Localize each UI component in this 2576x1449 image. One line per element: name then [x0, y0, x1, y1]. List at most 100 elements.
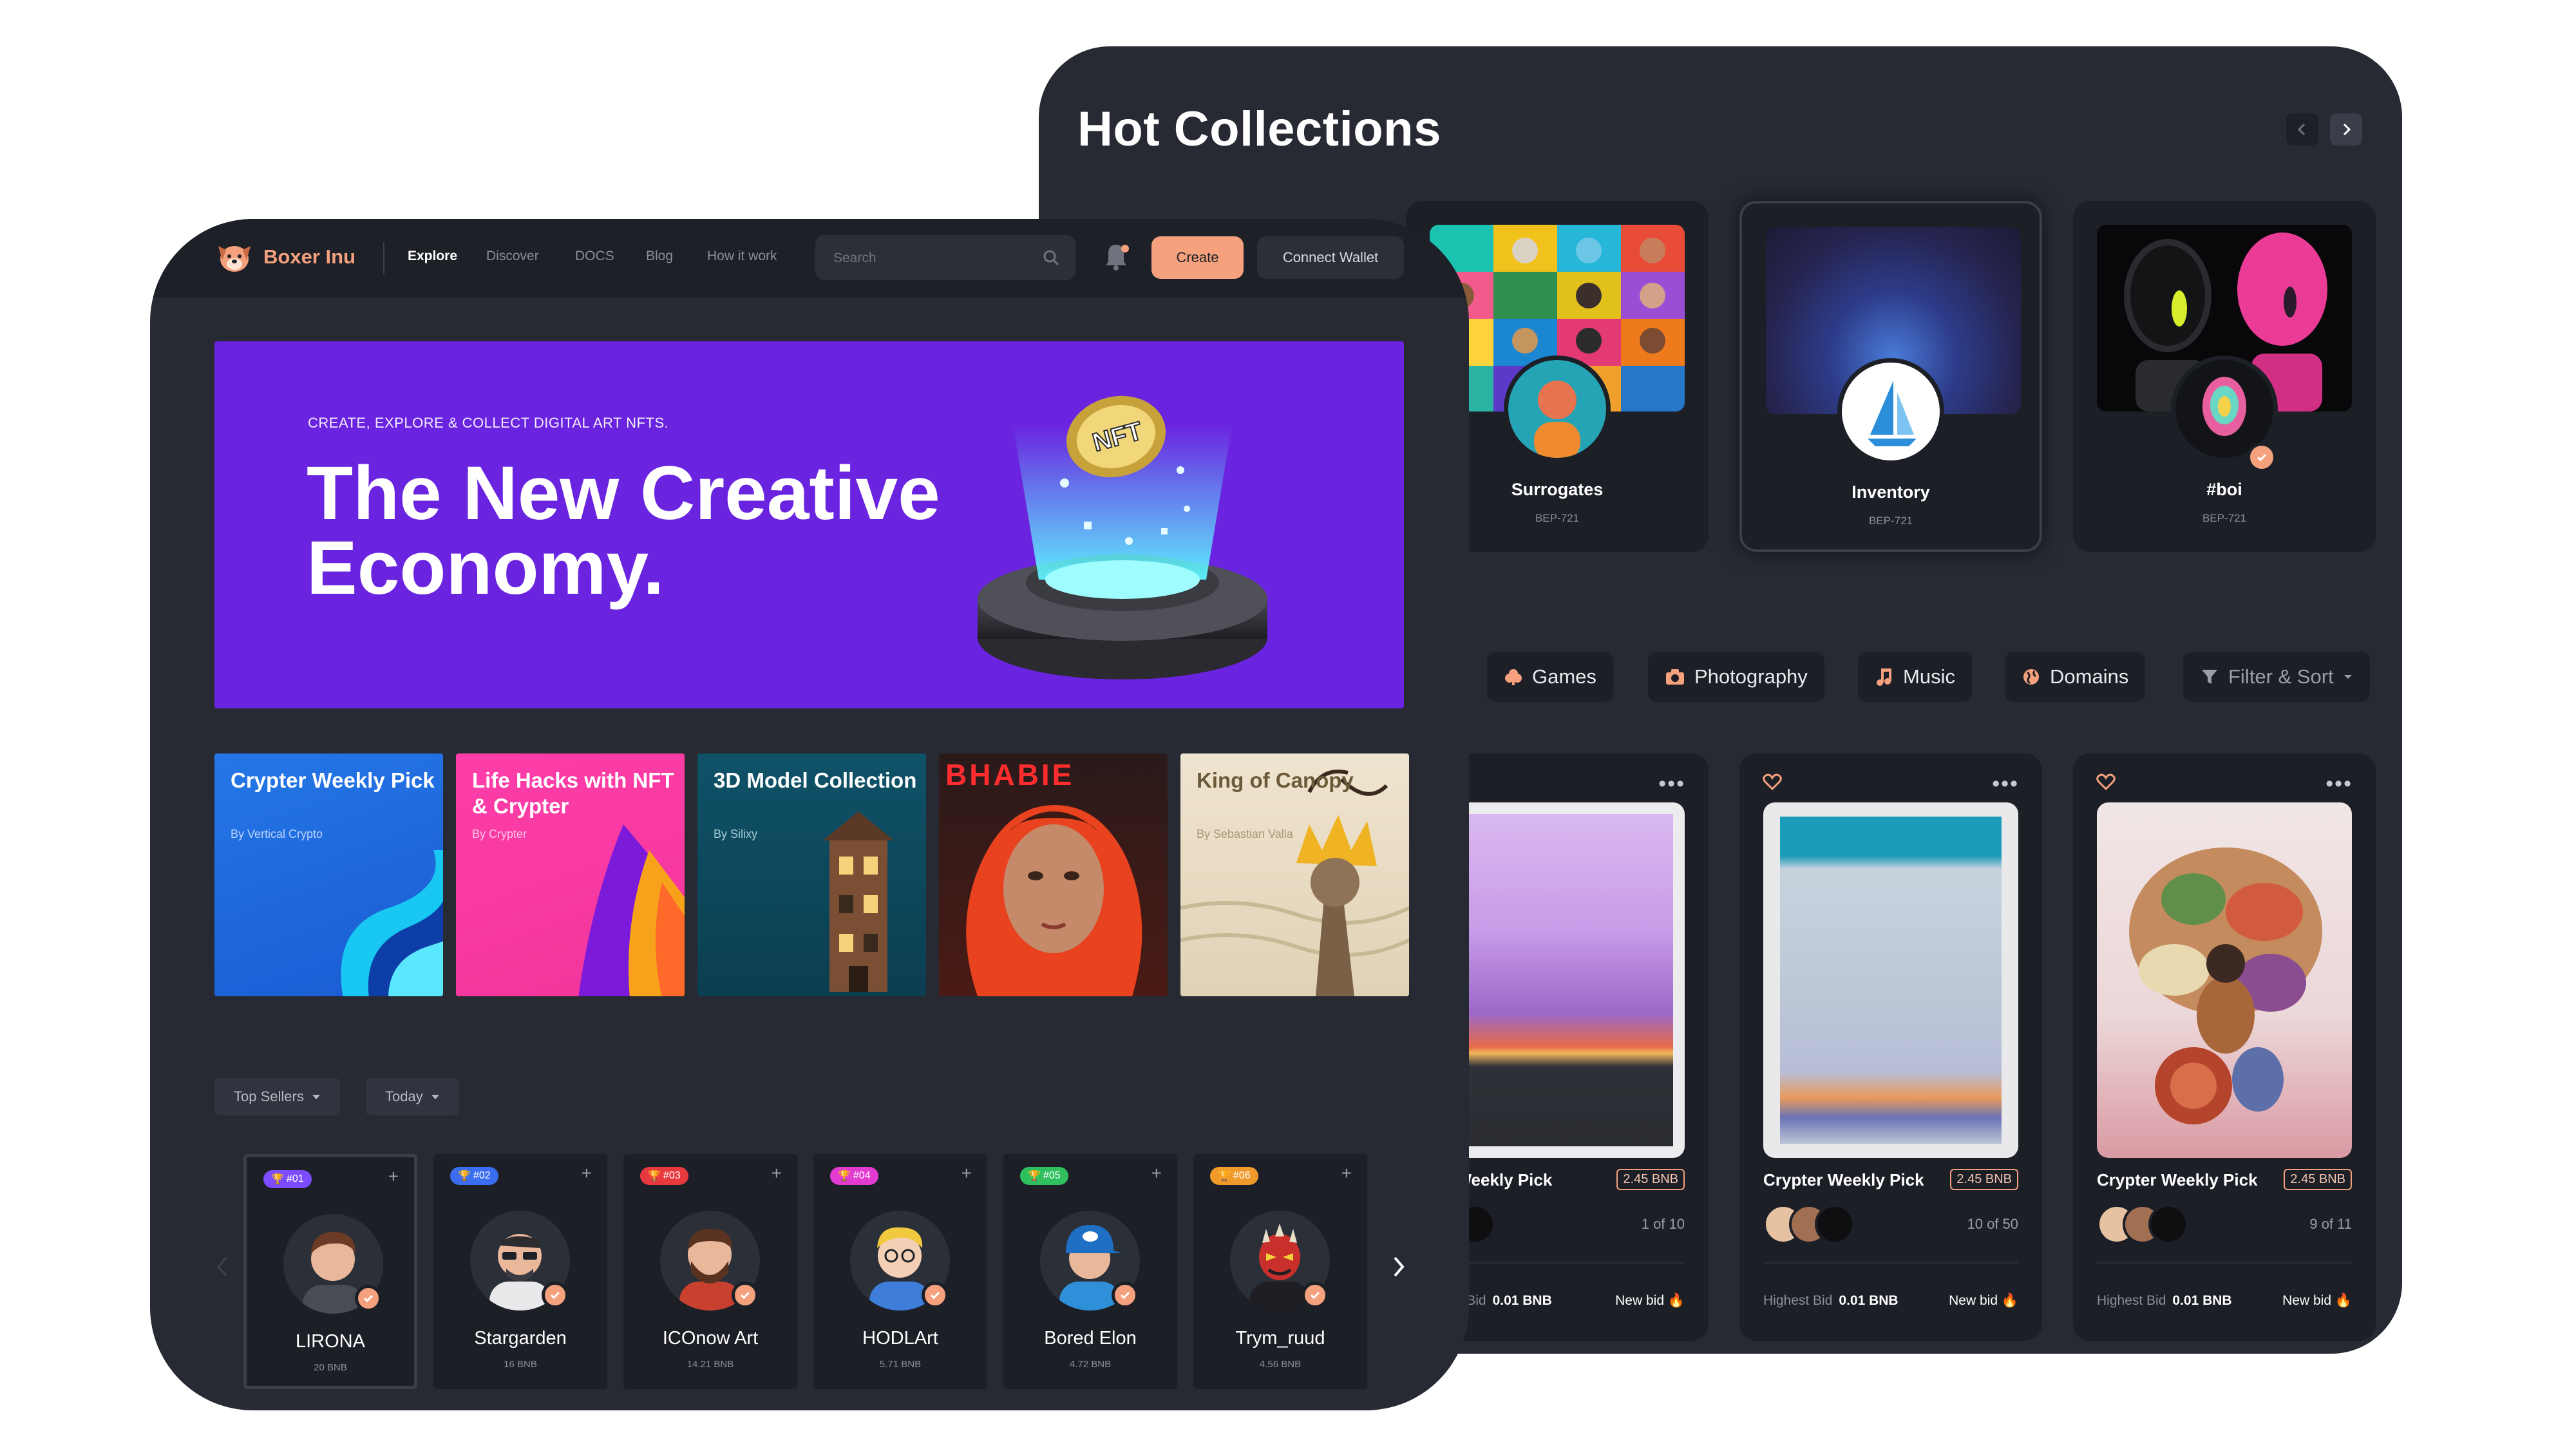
check-icon	[1310, 1291, 1320, 1300]
featured-art	[341, 850, 443, 996]
camera-icon	[1666, 669, 1684, 685]
seller-amount: 4.72 BNB	[1069, 1359, 1112, 1370]
new-bid-link[interactable]: New bid 🔥	[2282, 1293, 2352, 1309]
marketplace-window: Boxer Inu Explore Discover DOCS Blog How…	[150, 219, 1469, 1410]
category-domains[interactable]: Domains	[2005, 652, 2146, 702]
follow-plus-icon[interactable]: +	[1341, 1163, 1352, 1184]
nav-how-it-work[interactable]: How it work	[707, 249, 777, 264]
rank-text: #03	[663, 1170, 681, 1181]
new-bid-link[interactable]: New bid 🔥	[1615, 1293, 1685, 1309]
rank-badge: 🏆 #01	[263, 1170, 312, 1188]
featured-art	[578, 824, 685, 996]
featured-author: By Crypter	[472, 828, 527, 840]
follow-plus-icon[interactable]: +	[772, 1163, 782, 1184]
more-options-icon[interactable]: •••	[1658, 772, 1685, 797]
rank-text: #04	[853, 1170, 871, 1181]
check-icon	[363, 1294, 374, 1303]
connect-wallet-button[interactable]: Connect Wallet	[1257, 236, 1404, 279]
nav-discover[interactable]: Discover	[486, 249, 539, 264]
divider	[2097, 1262, 2352, 1264]
artwork-card[interactable]: ••• Crypter Weekly Pick 2.45 BNB 9 of 11…	[2073, 753, 2376, 1341]
category-games[interactable]: Games	[1487, 652, 1613, 702]
collection-card-boi[interactable]: #boi BEP-721	[2073, 201, 2376, 552]
nav-blog[interactable]: Blog	[646, 249, 673, 264]
dropdown-label: Top Sellers	[234, 1088, 304, 1104]
category-label: Music	[1903, 665, 1955, 688]
music-note-icon	[1877, 668, 1891, 686]
caret-down-icon	[431, 1094, 439, 1099]
collections-pager	[2286, 113, 2362, 146]
more-options-icon[interactable]: •••	[2325, 772, 2353, 797]
heart-icon[interactable]	[2096, 773, 2116, 791]
trophy-icon: 🏆	[1218, 1171, 1231, 1182]
featured-card[interactable]: BHABIE	[939, 753, 1168, 996]
hero-title: The New Creative Economy.	[307, 451, 940, 611]
verified-badge	[355, 1285, 382, 1312]
top-sellers-dropdown[interactable]: Top Sellers	[214, 1078, 340, 1115]
artwork-price: 2.45 BNB	[1616, 1169, 1685, 1190]
new-bid-link[interactable]: New bid 🔥	[1949, 1293, 2018, 1309]
seller-name: Bored Elon	[1044, 1328, 1137, 1349]
follow-plus-icon[interactable]: +	[582, 1163, 592, 1184]
filter-sort-dropdown[interactable]: Filter & Sort	[2183, 652, 2370, 702]
seller-card[interactable]: 🏆 #06 + Trym_ruud 4.56 BNB	[1193, 1154, 1367, 1389]
seller-amount: 4.56 BNB	[1259, 1359, 1302, 1370]
owner-avatar	[2148, 1204, 2188, 1244]
highest-bid-value: 0.01 BNB	[1492, 1293, 1552, 1308]
verified-badge	[732, 1282, 759, 1309]
category-label: Domains	[2050, 665, 2129, 688]
artwork-price: 2.45 BNB	[1950, 1169, 2018, 1190]
nav-explore[interactable]: Explore	[408, 249, 457, 264]
verified-badge	[542, 1282, 569, 1309]
category-music[interactable]: Music	[1858, 652, 1972, 702]
featured-card[interactable]: King of Canopy By Sebastian Valla	[1180, 753, 1409, 996]
featured-card[interactable]: Crypter Weekly Pick By Vertical Crypto	[214, 753, 443, 996]
follow-plus-icon[interactable]: +	[388, 1166, 399, 1187]
seller-card[interactable]: 🏆 #01 + LIRONA 20 BNB	[243, 1154, 417, 1389]
chevron-right-icon	[2343, 123, 2351, 136]
nav-docs[interactable]: DOCS	[575, 249, 614, 264]
brand-logo[interactable]: Boxer Inu	[214, 241, 355, 273]
create-button[interactable]: Create	[1151, 236, 1244, 279]
follow-plus-icon[interactable]: +	[1151, 1163, 1162, 1184]
seller-card[interactable]: 🏆 #05 + Bored Elon 4.72 BNB	[1003, 1154, 1177, 1389]
featured-card[interactable]: Life Hacks with NFT & Crypter By Crypter	[456, 753, 685, 996]
next-button[interactable]	[2330, 113, 2362, 146]
chevron-left-icon[interactable]	[214, 1256, 230, 1278]
seller-card[interactable]: 🏆 #04 + HODLArt 5.71 BNB	[813, 1154, 987, 1389]
follow-plus-icon[interactable]: +	[961, 1163, 972, 1184]
rank-badge: 🏆 #03	[640, 1167, 688, 1185]
featured-title: Crypter Weekly Pick	[231, 768, 435, 792]
rank-badge: 🏆 #06	[1210, 1167, 1258, 1185]
check-icon	[740, 1291, 750, 1300]
verified-badge	[922, 1282, 949, 1309]
seller-name: Stargarden	[474, 1328, 567, 1349]
seller-card[interactable]: 🏆 #03 + ICOnow Art 14.21 BNB	[623, 1154, 797, 1389]
trophy-icon: 🏆	[648, 1171, 661, 1182]
trophy-icon: 🏆	[1028, 1171, 1041, 1182]
trophy-icon: 🏆	[271, 1174, 284, 1185]
owner-avatars	[1763, 1204, 1855, 1244]
chevron-right-icon[interactable]	[1391, 1256, 1406, 1278]
featured-author: By Silixy	[714, 828, 758, 840]
search-icon	[1043, 250, 1059, 266]
verified-badge	[1112, 1282, 1139, 1309]
seller-amount: 5.71 BNB	[879, 1359, 922, 1370]
more-options-icon[interactable]: •••	[1992, 772, 2019, 797]
collection-card-inventory[interactable]: Inventory BEP-721	[1739, 201, 2042, 552]
collection-standard: BEP-721	[2202, 512, 2247, 524]
featured-art	[966, 805, 1142, 996]
prev-button[interactable]	[2286, 113, 2318, 146]
artwork-card[interactable]: ••• Crypter Weekly Pick 2.45 BNB 10 of 5…	[1739, 753, 2042, 1341]
artwork-image	[1763, 802, 2018, 1158]
collection-name: Inventory	[1852, 482, 1930, 502]
heart-icon[interactable]	[1763, 773, 1782, 791]
featured-card[interactable]: 3D Model Collection By Silixy	[697, 753, 926, 996]
chevron-left-icon	[2297, 123, 2306, 136]
rank-text: #02	[473, 1170, 491, 1181]
seller-card[interactable]: 🏆 #02 + Stargarden 16 BNB	[433, 1154, 607, 1389]
search-input[interactable]: Search	[815, 235, 1075, 280]
category-photography[interactable]: Photography	[1648, 652, 1824, 702]
highest-bid-value: 0.01 BNB	[2172, 1293, 2232, 1308]
period-dropdown[interactable]: Today	[366, 1078, 459, 1115]
